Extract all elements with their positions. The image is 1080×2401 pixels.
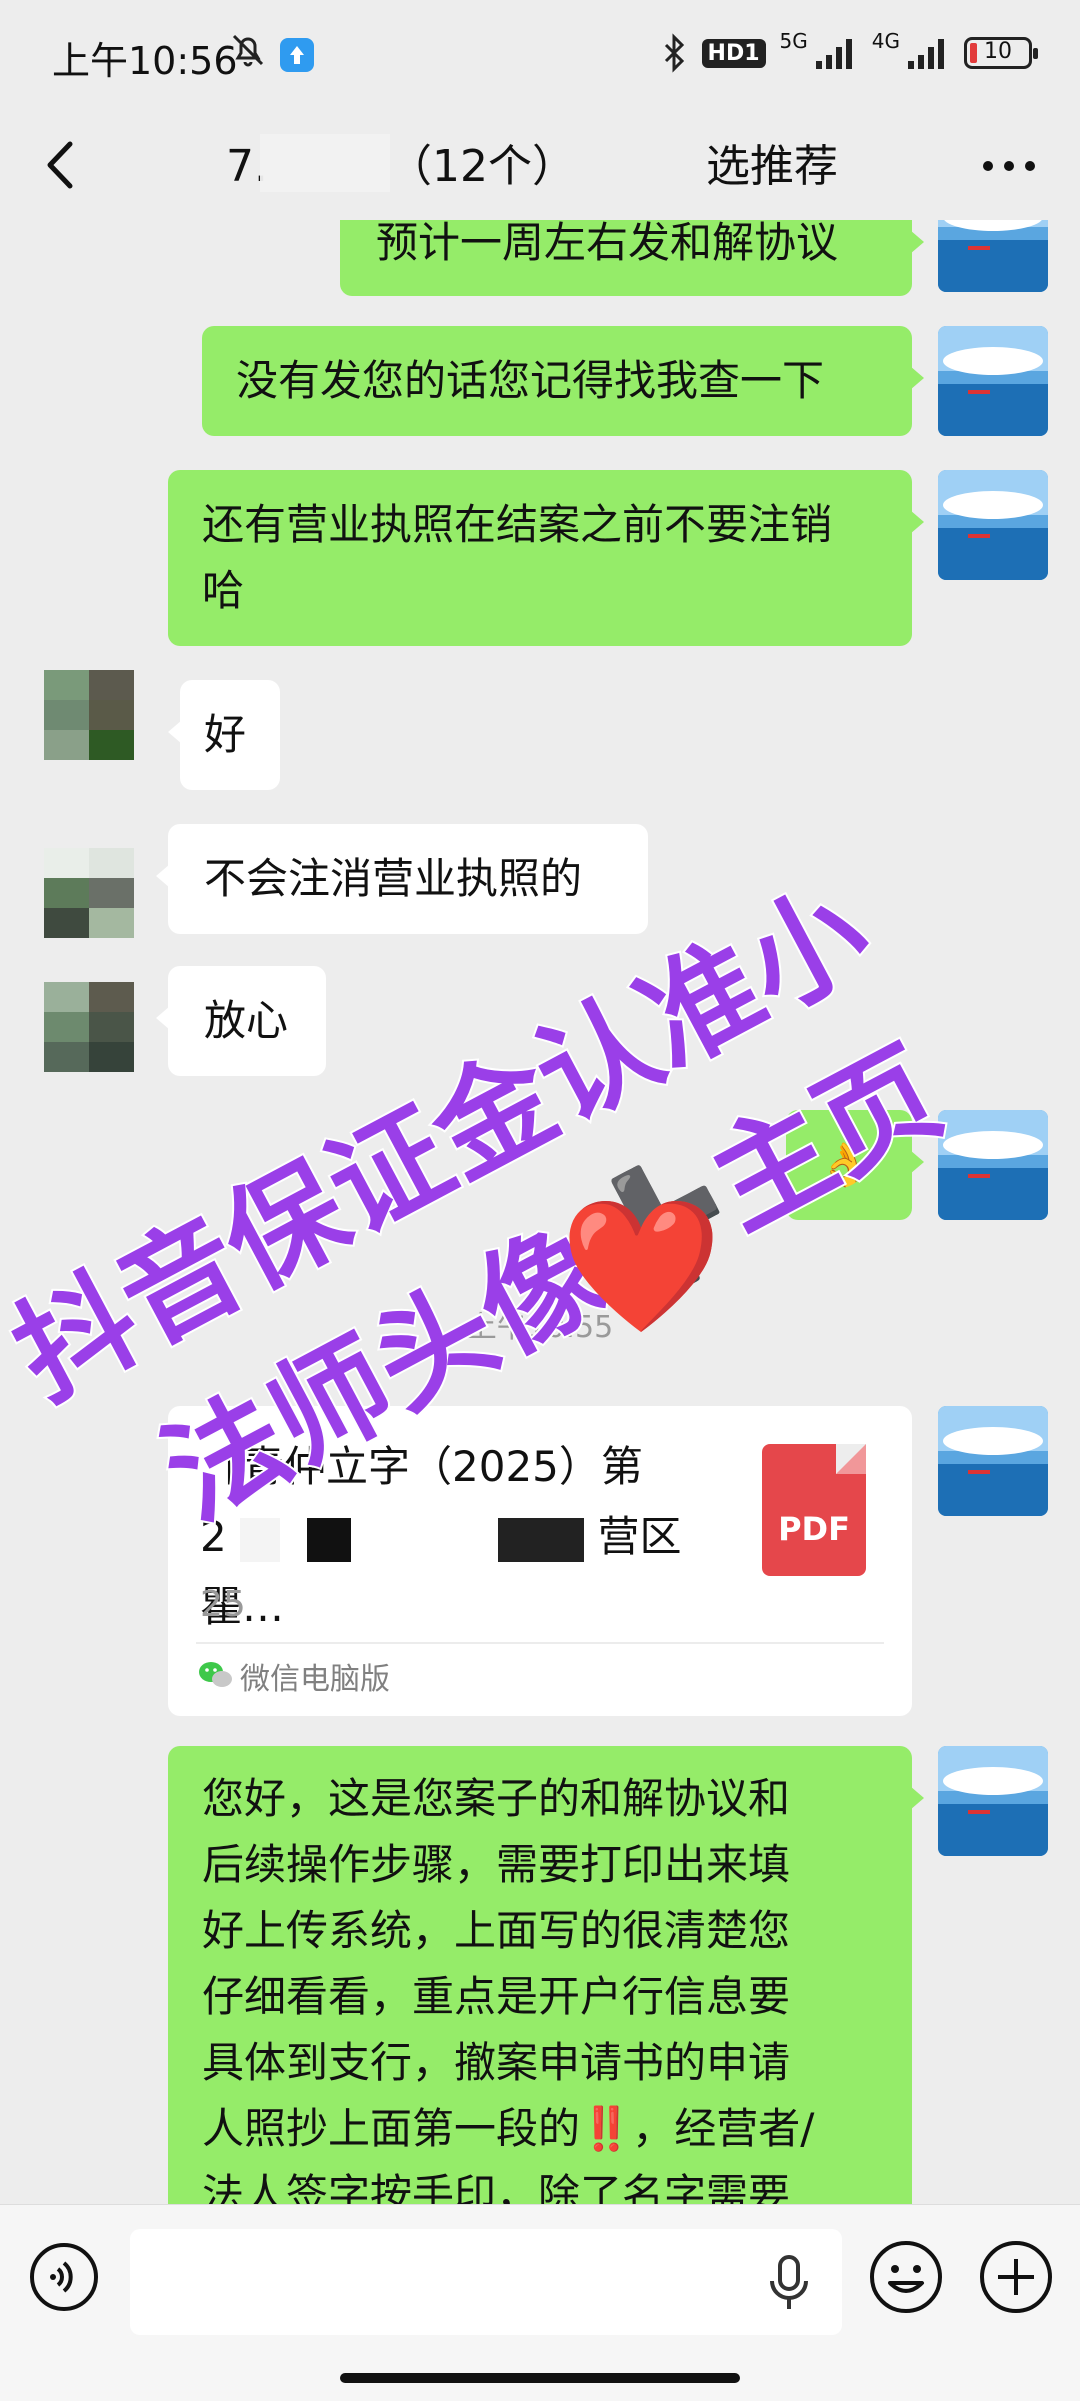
message-text-line: 哈 bbox=[202, 566, 245, 615]
message-bubble[interactable]: 预计一周左右发和解协议 bbox=[340, 220, 912, 296]
chat-title-suffix: 选推荐 bbox=[706, 141, 838, 192]
bubble-tail bbox=[910, 366, 924, 390]
bubble-tail bbox=[910, 1150, 924, 1174]
ok-hand-emoji: 👌 bbox=[818, 1140, 871, 1189]
wechat-icon bbox=[199, 1662, 232, 1687]
avatar[interactable] bbox=[938, 1746, 1048, 1856]
message-input[interactable] bbox=[130, 2229, 842, 2335]
message-text: 不会注消营业执照的 bbox=[204, 854, 583, 903]
signal-icon-2 bbox=[908, 39, 944, 69]
file-name-line1: 【青仲立字（2025）第 bbox=[200, 1442, 643, 1491]
message-text-line: 后续操作步骤，需要打印出来填 bbox=[202, 1840, 791, 1889]
avatar[interactable] bbox=[44, 848, 134, 938]
signal-icon bbox=[815, 39, 852, 69]
message-bubble[interactable]: 放心 bbox=[168, 966, 326, 1076]
network-label-5g: 5G bbox=[779, 29, 808, 53]
bubble-tail bbox=[156, 864, 170, 888]
bubble-tail bbox=[910, 230, 924, 254]
notification-app-icon bbox=[280, 38, 314, 72]
chat-header: 7. （12个） 选推荐 bbox=[0, 108, 1080, 220]
message-text: 预计一周左右发和解协议 bbox=[376, 220, 839, 267]
file-source: 微信电脑版 bbox=[240, 1662, 390, 1697]
status-time: 上午10:56 bbox=[52, 39, 238, 83]
mic-icon[interactable] bbox=[766, 2253, 812, 2313]
file-name: 【青仲立字（2025）第 2 营区瞿… bbox=[200, 1432, 720, 1642]
avatar[interactable] bbox=[938, 1406, 1048, 1516]
avatar[interactable] bbox=[938, 1110, 1048, 1220]
file-name-line2-left: 2 bbox=[200, 1512, 227, 1561]
message-text-line: 您好，这是您案子的和解协议和 bbox=[202, 1774, 791, 1823]
bubble-tail bbox=[910, 510, 924, 534]
message-bubble[interactable]: 没有发您的话您记得找我查一下 bbox=[202, 326, 912, 436]
message-bubble[interactable]: 👌 bbox=[786, 1110, 912, 1220]
message-text-line: 好上传系统，上面写的很清楚您 bbox=[202, 1906, 791, 1955]
emoji-icon[interactable] bbox=[868, 2239, 944, 2315]
chevron-left-icon[interactable] bbox=[30, 130, 90, 200]
message-text-line: 人照抄上面第一段的‼️，经营者/ bbox=[202, 2104, 815, 2153]
battery-icon: 10 bbox=[964, 37, 1038, 69]
message-text-line: 仔细看看，重点是开户行信息要 bbox=[202, 1972, 791, 2021]
message-text: 放心 bbox=[204, 996, 289, 1045]
network-label-4g: 4G bbox=[871, 29, 900, 53]
pdf-file-icon: PDF bbox=[762, 1444, 866, 1576]
voice-icon[interactable] bbox=[28, 2241, 100, 2313]
more-icon[interactable] bbox=[974, 136, 1044, 194]
message-bubble[interactable]: 不会注消营业执照的 bbox=[168, 824, 648, 934]
redaction-block bbox=[307, 1517, 352, 1562]
title-redaction bbox=[260, 134, 390, 192]
bubble-tail bbox=[156, 1006, 170, 1030]
message-bubble[interactable]: 您好，这是您案子的和解协议和 后续操作步骤，需要打印出来填 好上传系统，上面写的… bbox=[168, 1746, 912, 2226]
message-bubble[interactable]: 还有营业执照在结案之前不要注销 哈 bbox=[168, 470, 912, 646]
avatar[interactable] bbox=[44, 670, 134, 760]
message-bubble[interactable]: 好 bbox=[180, 680, 280, 790]
file-size: 25 bbox=[200, 1584, 246, 1625]
bell-muted-icon bbox=[232, 34, 264, 67]
message-text: 好 bbox=[204, 710, 247, 759]
divider bbox=[196, 1642, 884, 1644]
bubble-tail bbox=[910, 1786, 924, 1810]
message-text-line: 还有营业执照在结案之前不要注销 bbox=[202, 500, 833, 549]
status-indicators: HD1 5G 4G 10 bbox=[660, 28, 1038, 78]
bluetooth-icon bbox=[664, 33, 684, 73]
file-message-card[interactable]: 【青仲立字（2025）第 2 营区瞿… 25 PDF 微信电脑版 bbox=[168, 1406, 912, 1716]
battery-text: 10 bbox=[984, 39, 1012, 64]
status-bar: 上午10:56 HD1 5G 4G 10 bbox=[0, 0, 1080, 108]
file-name-line2: 2 营区瞿… bbox=[200, 1502, 720, 1642]
avatar[interactable] bbox=[938, 326, 1048, 436]
home-indicator[interactable] bbox=[340, 2373, 740, 2383]
plus-icon[interactable] bbox=[978, 2239, 1054, 2315]
time-separator: 上午10:55 bbox=[466, 1310, 614, 1345]
avatar[interactable] bbox=[44, 982, 134, 1072]
message-text-line: 具体到支行，撤案申请书的申请 bbox=[202, 2038, 791, 2087]
redaction-block bbox=[498, 1517, 585, 1562]
avatar[interactable] bbox=[938, 470, 1048, 580]
input-bar bbox=[0, 2204, 1080, 2401]
hd-badge: HD1 bbox=[701, 38, 766, 68]
message-text: 没有发您的话您记得找我查一下 bbox=[236, 356, 825, 405]
chat-member-count: （12个） bbox=[387, 141, 576, 192]
pdf-label: PDF bbox=[778, 1510, 850, 1548]
bubble-tail bbox=[168, 720, 182, 744]
avatar[interactable] bbox=[938, 220, 1048, 292]
